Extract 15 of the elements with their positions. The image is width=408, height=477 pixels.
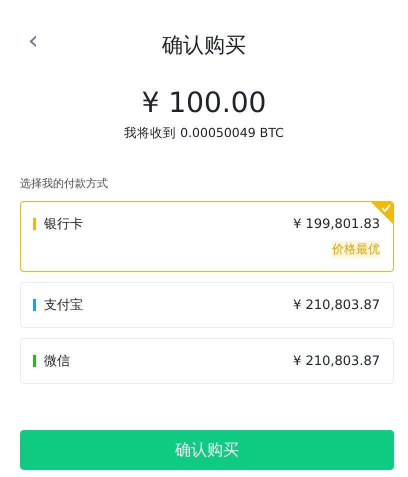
method-price: ¥ 210,803.87 xyxy=(293,354,380,368)
section-label: 选择我的付款方式 xyxy=(20,176,109,191)
back-button[interactable]: ‹ xyxy=(24,28,42,54)
method-name: 微信 xyxy=(44,353,71,370)
method-price: ¥ 199,801.83 xyxy=(293,216,380,232)
payment-option[interactable]: 银行卡 ¥ 199,801.83 价格最优 xyxy=(20,201,394,272)
payment-option[interactable]: 微信 ¥ 210,803.87 xyxy=(20,338,394,384)
method-name: 银行卡 xyxy=(44,216,84,233)
payment-option[interactable]: 支付宝 ¥ 210,803.87 xyxy=(20,282,394,328)
best-price-tag: 价格最优 xyxy=(332,241,380,258)
page-title: 确认购买 xyxy=(162,32,246,59)
amount: ¥ 100.00 xyxy=(140,86,268,119)
receive-amount: 我将收到 0.00050049 BTC xyxy=(123,125,285,142)
method-price: ¥ 210,803.87 xyxy=(293,298,380,312)
method-name: 支付宝 xyxy=(44,297,84,314)
